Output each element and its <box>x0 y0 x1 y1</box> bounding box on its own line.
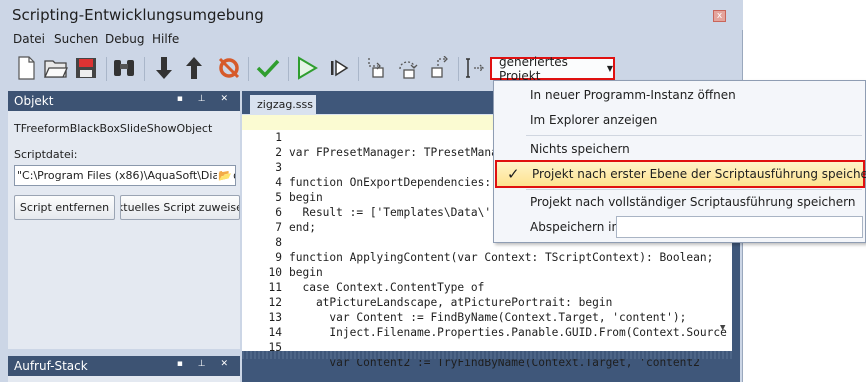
code-line: 15 var Content2 := TryFindByName(Context… <box>242 325 732 369</box>
object-name: TFreeformBlackBoxSlideShowObject <box>14 122 213 135</box>
callstack-panel-header: Aufruf-Stack ▪ ⊥ ✕ <box>8 356 240 376</box>
toolbar-separator <box>358 57 359 81</box>
save-in-field[interactable] <box>616 216 863 238</box>
generated-project-menu: In neuer Programm-Instanz öffnen Im Expl… <box>493 80 866 243</box>
run-to-cursor-icon[interactable] <box>460 53 488 83</box>
horizontal-scrollbar[interactable] <box>242 351 732 359</box>
generated-project-button[interactable]: generiertes Projekt ▼ <box>490 54 615 83</box>
arrow-up-icon[interactable] <box>180 53 208 83</box>
toolbar-separator <box>144 57 145 81</box>
callstack-panel-body <box>8 376 240 382</box>
code-line: 10 case Context.ContentType of <box>242 250 732 294</box>
generated-project-label: generiertes Projekt <box>499 54 568 83</box>
object-panel: Objekt ▪ ⊥ ✕ TFreeformBlackBoxSlideShowO… <box>8 91 240 349</box>
menu-debug[interactable]: Debug <box>105 32 144 46</box>
toolbar-separator <box>106 57 107 81</box>
menu-hilfe[interactable]: Hilfe <box>152 32 179 46</box>
window-title: Scripting-Entwicklungsumgebung <box>12 6 264 24</box>
object-panel-body: TFreeformBlackBoxSlideShowObject Scriptd… <box>8 111 240 349</box>
panel-header-icons[interactable]: ▪ ⊥ ✕ <box>177 359 234 369</box>
close-button[interactable]: x <box>713 10 726 22</box>
menu-datei[interactable]: Datei <box>13 32 45 46</box>
script-file-path: "C:\Program Files (x86)\AquaSoft\DiaShow <box>17 169 236 182</box>
menu-item-save-after-complete[interactable]: Projekt nach vollständiger Scriptausführ… <box>495 189 865 215</box>
callstack-panel-title: Aufruf-Stack <box>14 359 88 373</box>
step-icon[interactable] <box>325 53 353 83</box>
code-line: 11 atPictureLandscape, atPicturePortrait… <box>242 265 732 309</box>
assign-script-button[interactable]: aktuelles Script zuweisen <box>120 195 240 220</box>
step-into-icon[interactable] <box>362 53 390 83</box>
script-file-label: Scriptdatei: <box>14 148 78 161</box>
title-bar: Scripting-Entwicklungsumgebung x <box>0 0 743 30</box>
chevron-down-icon[interactable]: ▼ <box>720 323 725 333</box>
toolbar-separator <box>458 57 459 81</box>
tab-zigzag[interactable]: zigzag.sss <box>250 95 316 114</box>
menu-item-save-nothing[interactable]: Nichts speichern <box>495 136 865 162</box>
run-icon[interactable] <box>293 53 321 83</box>
script-file-input[interactable]: "C:\Program Files (x86)\AquaSoft\DiaShow… <box>14 165 236 186</box>
code-line: 12 var Content := FindByName(Context.Tar… <box>242 280 732 324</box>
new-file-icon[interactable] <box>12 53 40 83</box>
menu-item-open-new-instance[interactable]: In neuer Programm-Instanz öffnen <box>495 82 865 108</box>
toolbar-separator <box>288 57 289 81</box>
chevron-down-icon: ▼ <box>606 64 613 73</box>
code-line: 14 <box>242 310 732 339</box>
checkmark-icon: ✓ <box>507 165 520 183</box>
menu-item-label: Projekt nach erster Ebene der Scriptausf… <box>532 167 866 181</box>
binoculars-icon[interactable] <box>110 53 138 83</box>
step-over-icon[interactable] <box>394 53 422 83</box>
arrow-down-icon[interactable] <box>150 53 178 83</box>
open-folder-icon[interactable] <box>42 53 70 83</box>
step-out-icon[interactable] <box>426 53 454 83</box>
menu-bar: Datei Suchen Debug Hilfe <box>0 30 743 50</box>
menu-suchen[interactable]: Suchen <box>54 32 98 46</box>
code-line: 13 Inject.Filename.Properties.Panable.GU… <box>242 295 732 339</box>
menu-item-save-after-first-level[interactable]: ✓ Projekt nach erster Ebene der Scriptau… <box>495 160 866 188</box>
object-panel-header: Objekt ▪ ⊥ ✕ <box>8 91 240 111</box>
reset-icon[interactable] <box>215 53 243 83</box>
check-icon[interactable] <box>254 53 282 83</box>
remove-script-button[interactable]: Script entfernen <box>14 195 115 220</box>
save-icon[interactable] <box>72 53 100 83</box>
panel-header-icons[interactable]: ▪ ⊥ ✕ <box>177 94 234 104</box>
object-panel-title: Objekt <box>14 94 54 108</box>
toolbar-separator <box>248 57 249 81</box>
menu-item-show-in-explorer[interactable]: Im Explorer anzeigen <box>495 107 865 133</box>
open-folder-icon[interactable]: 📂 <box>217 168 233 183</box>
